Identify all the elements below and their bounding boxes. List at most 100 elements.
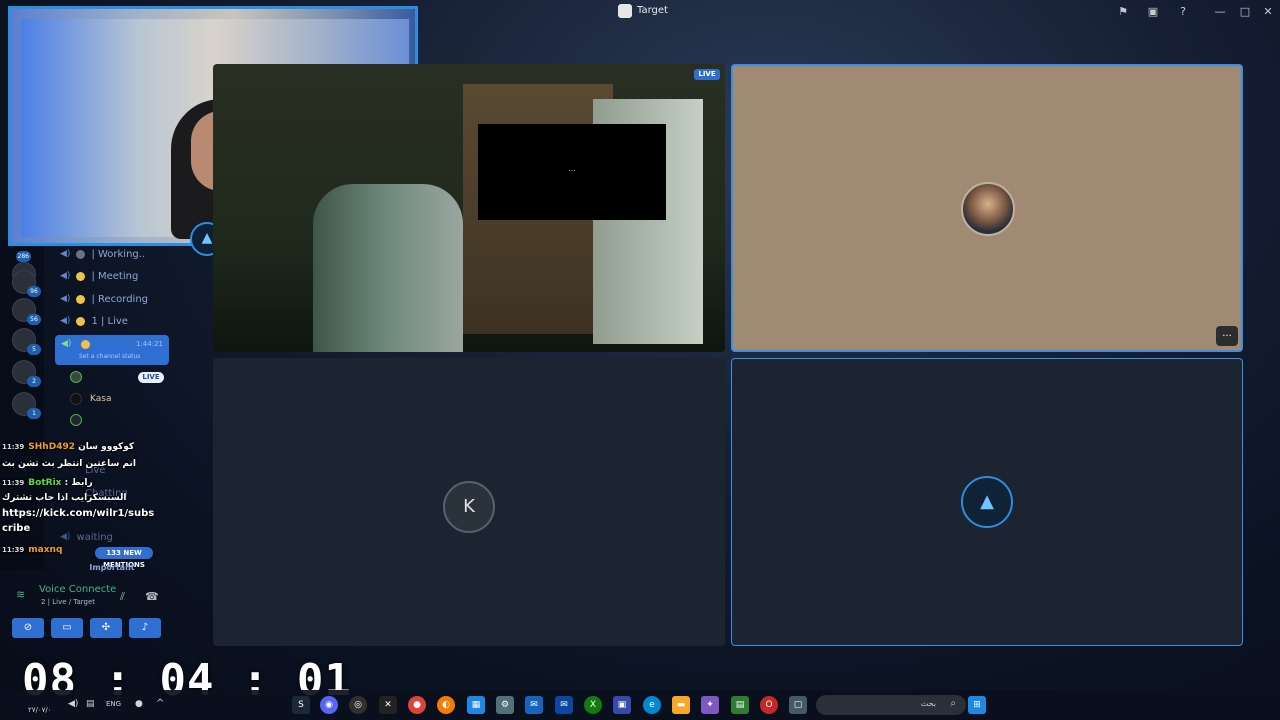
- chat-time: 11:39: [2, 546, 25, 554]
- activities-button[interactable]: ✣: [90, 618, 122, 638]
- channel-label: | Working..: [91, 248, 146, 260]
- network-icon[interactable]: ▤: [86, 699, 95, 709]
- xbox-icon[interactable]: X: [584, 696, 602, 714]
- voice-channel[interactable]: ◀) waiting: [60, 528, 113, 546]
- speaker-icon: ◀): [61, 339, 72, 349]
- stream-redacted-box: ...: [478, 124, 666, 220]
- signal-icon: ≋: [16, 588, 26, 601]
- noise-suppression-icon[interactable]: ⫽: [120, 590, 125, 604]
- chat-text: https://kick.com/wilr1/subs: [2, 508, 155, 519]
- copilot-icon[interactable]: ✦: [701, 696, 719, 714]
- participant-tile[interactable]: ...: [731, 64, 1243, 352]
- photos-icon[interactable]: ▦: [467, 696, 485, 714]
- server-icon[interactable]: 1: [12, 392, 41, 419]
- chat-message: 11:39 BotRix : رابط: [2, 478, 93, 488]
- more-options-button[interactable]: ...: [1216, 326, 1238, 346]
- minimize-icon[interactable]: —: [1212, 4, 1228, 20]
- voice-channel[interactable]: ◀) | Meeting: [60, 267, 138, 285]
- voice-channel[interactable]: ◀) 1 | Live: [60, 312, 128, 330]
- chat-user: SHhD492: [28, 442, 75, 452]
- mic-icon[interactable]: ●: [135, 699, 143, 709]
- screen-share-button[interactable]: ▭: [51, 618, 83, 638]
- channel-timer: 1:44:21: [136, 340, 163, 348]
- store-icon[interactable]: ▣: [613, 696, 631, 714]
- server-badge: 2: [27, 376, 41, 387]
- outlook-icon[interactable]: ✉: [525, 696, 543, 714]
- obs-icon[interactable]: ◎: [349, 696, 367, 714]
- steam-icon[interactable]: S: [292, 696, 310, 714]
- member-row[interactable]: Kasa: [70, 393, 111, 405]
- avatar: [70, 414, 82, 426]
- taskbar-search[interactable]: بحث ⌕: [816, 695, 966, 715]
- game-icon[interactable]: ▤: [731, 696, 749, 714]
- windows-start-icon[interactable]: ⊞: [968, 696, 986, 714]
- avatar: [70, 393, 82, 405]
- member-row[interactable]: [70, 371, 82, 383]
- camera-off-button[interactable]: ⊘: [12, 618, 44, 638]
- channel-label: | Meeting: [91, 270, 139, 282]
- server-badge: 96: [27, 286, 41, 297]
- avatar: ▲: [961, 476, 1013, 528]
- server-badge: 56: [27, 314, 41, 325]
- server-icon[interactable]: 5: [12, 328, 41, 355]
- tray-date: ٢٧/٠٧/٠: [28, 706, 52, 714]
- avatar: [70, 371, 82, 383]
- soundboard-button[interactable]: ♪: [129, 618, 161, 638]
- chat-time: 11:39: [2, 479, 25, 487]
- chat-message: 11:39 SHhD492 كوكووو سان: [2, 442, 134, 452]
- chat-text: cribe: [2, 523, 31, 534]
- member-name: Kasa: [90, 394, 112, 404]
- chat-message: السبسكرايب اذا حاب تشترك: [2, 493, 126, 503]
- participant-tile[interactable]: ▲: [731, 358, 1243, 646]
- status-dot: [76, 316, 86, 326]
- voice-channel[interactable]: ◀) | Recording: [60, 290, 148, 308]
- maximize-icon[interactable]: □: [1237, 4, 1253, 20]
- speaker-icon: ◀): [60, 532, 71, 542]
- status-dot: [81, 340, 90, 349]
- chat-text: انم ساعتين انتظر بث تشن بث: [2, 459, 136, 469]
- edge-icon[interactable]: e: [643, 696, 661, 714]
- active-voice-channel[interactable]: ◀) 1:44:21 Set a channel status: [55, 335, 169, 365]
- chat-message: https://kick.com/wilr1/subs: [2, 508, 154, 519]
- settings-icon[interactable]: ⚙: [496, 696, 514, 714]
- volume-icon[interactable]: ◀): [68, 699, 78, 709]
- chat-message: 11:39 maxnq: [2, 545, 62, 555]
- folder-icon[interactable]: ▬: [672, 696, 690, 714]
- important-divider: Important: [89, 563, 135, 572]
- capcut-icon[interactable]: ✕: [379, 696, 397, 714]
- speaker-icon: ◀): [60, 249, 71, 259]
- speaker-icon: ◀): [60, 294, 71, 304]
- channel-status[interactable]: Set a channel status: [79, 353, 140, 360]
- chat-message: انم ساعتين انتظر بث تشن بث: [2, 459, 136, 469]
- chevron-up-icon[interactable]: ^: [156, 698, 164, 709]
- app-icon[interactable]: ▢: [789, 696, 807, 714]
- status-dot: [76, 249, 86, 259]
- chrome-icon[interactable]: ●: [408, 696, 426, 714]
- mail-icon[interactable]: ✉: [555, 696, 573, 714]
- live-badge: LIVE: [694, 69, 720, 80]
- server-icon[interactable]: 56: [12, 298, 41, 325]
- close-icon[interactable]: ✕: [1260, 4, 1276, 20]
- member-row[interactable]: [70, 414, 82, 426]
- avatar: K: [443, 481, 495, 533]
- disconnect-icon[interactable]: ☎: [145, 590, 159, 603]
- participant-tile[interactable]: K: [213, 358, 725, 646]
- flag-icon[interactable]: ⚑: [1115, 4, 1131, 20]
- opera-icon[interactable]: O: [760, 696, 778, 714]
- new-mentions-pill[interactable]: 133 NEW MENTIONS: [95, 547, 153, 569]
- browser-icon[interactable]: ◐: [437, 696, 455, 714]
- server-icon[interactable]: 2: [12, 360, 41, 387]
- chat-time: 11:39: [2, 443, 25, 451]
- voice-channel[interactable]: ◀) | Working..: [60, 245, 145, 263]
- screen-icon[interactable]: ▣: [1145, 4, 1161, 20]
- voice-channel-name[interactable]: 2 | Live / Target: [41, 598, 95, 606]
- stream-tile[interactable]: ... LIVE: [213, 64, 725, 352]
- status-dot: [76, 294, 86, 304]
- discord-icon[interactable]: ◉: [320, 696, 338, 714]
- live-pill: LIVE: [138, 372, 164, 383]
- chat-text: كوكووو سان: [78, 442, 135, 452]
- chat-text: السبسكرايب اذا حاب تشترك: [2, 493, 127, 503]
- server-icon[interactable]: 96: [12, 270, 41, 297]
- help-icon[interactable]: ?: [1175, 4, 1191, 20]
- language-indicator[interactable]: ENG: [106, 700, 121, 708]
